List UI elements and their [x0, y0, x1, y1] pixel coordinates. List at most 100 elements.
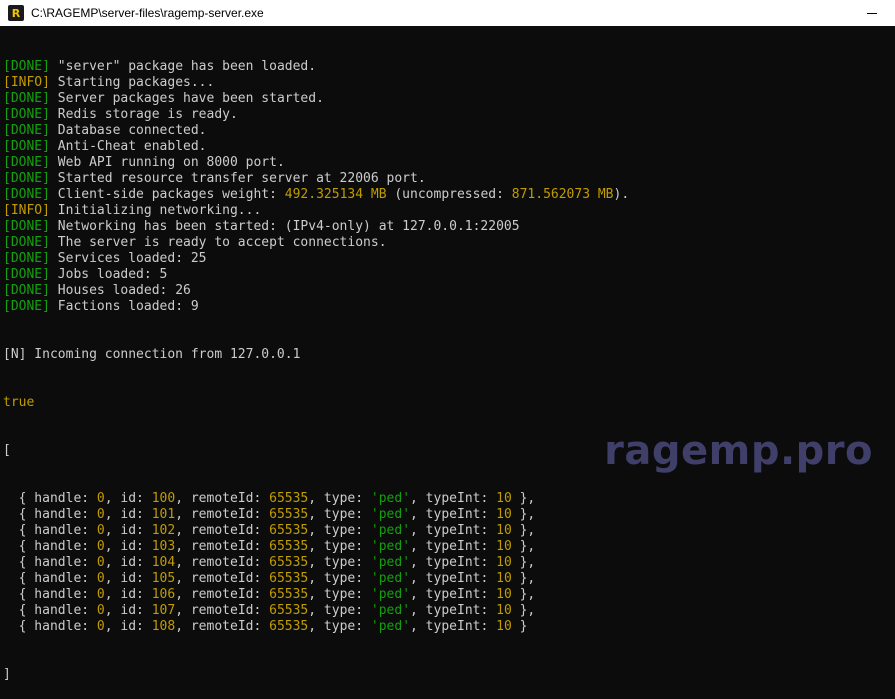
log-line: [DONE] Networking has been started: (IPv… [3, 219, 895, 235]
log-tag: [DONE] [3, 123, 50, 138]
entity-line: { handle: 0, id: 104, remoteId: 65535, t… [3, 555, 895, 571]
log-line: [DONE] Houses loaded: 26 [3, 283, 895, 299]
entity-typeint-value: 10 [496, 619, 512, 634]
entity-key: , typeInt: [410, 587, 497, 602]
log-line: [DONE] Redis storage is ready. [3, 107, 895, 123]
entity-type-value: 'ped' [370, 539, 411, 554]
entity-key: , id: [104, 555, 152, 570]
log-line: [DONE] Anti-Cheat enabled. [3, 139, 895, 155]
log-line: [DONE] Factions loaded: 9 [3, 299, 895, 315]
bool-output-line: true [3, 395, 35, 410]
entity-list: { handle: 0, id: 100, remoteId: 65535, t… [3, 491, 895, 635]
log-message: ). [613, 187, 630, 202]
log-tag: [DONE] [3, 251, 50, 266]
app-icon-letter: R [11, 6, 21, 20]
log-tag: [DONE] [3, 139, 50, 154]
console-output[interactable]: [DONE] "server" package has been loaded.… [3, 27, 895, 682]
entity-key: { handle: [3, 507, 97, 522]
entity-typeint-value: 10 [496, 571, 512, 586]
entity-type-value: 'ped' [370, 555, 411, 570]
entity-key: , type: [308, 571, 371, 586]
entity-remoteid-value: 65535 [269, 619, 309, 634]
log-tag: [DONE] [3, 91, 50, 106]
entity-key: , type: [308, 587, 371, 602]
minimize-icon [867, 12, 877, 14]
entity-key: , id: [104, 507, 152, 522]
ragemp-app-icon: R [8, 5, 24, 21]
log-highlight-value: 492.325134 MB [284, 187, 387, 202]
entity-key: , remoteId: [175, 507, 270, 522]
log-message: (uncompressed: [386, 187, 512, 202]
log-message: Networking has been started: (IPv4-only)… [49, 219, 520, 234]
entity-close: }, [511, 523, 536, 538]
entity-key: , remoteId: [175, 491, 270, 506]
entity-key: , id: [104, 571, 152, 586]
entity-key: { handle: [3, 539, 97, 554]
log-message: "server" package has been loaded. [49, 59, 317, 74]
entity-key: , type: [308, 523, 371, 538]
entity-key: { handle: [3, 587, 97, 602]
entity-key: { handle: [3, 555, 97, 570]
entity-handle-value: 0 [96, 523, 105, 538]
entity-key: , id: [104, 603, 152, 618]
entity-line: { handle: 0, id: 106, remoteId: 65535, t… [3, 587, 895, 603]
log-message: Started resource transfer server at 2200… [49, 171, 426, 186]
log-message: Server packages have been started. [49, 91, 324, 106]
log-line: [DONE] Database connected. [3, 123, 895, 139]
log-message: Web API running on 8000 port. [49, 155, 285, 170]
log-message: The server is ready to accept connection… [49, 235, 387, 250]
entity-type-value: 'ped' [370, 507, 411, 522]
minimize-button[interactable] [849, 0, 895, 26]
log-tag: [DONE] [3, 219, 50, 234]
entity-handle-value: 0 [96, 555, 105, 570]
entity-key: , remoteId: [175, 555, 270, 570]
entity-line: { handle: 0, id: 101, remoteId: 65535, t… [3, 507, 895, 523]
entity-key: { handle: [3, 603, 97, 618]
entity-id-value: 102 [151, 523, 176, 538]
entity-key: { handle: [3, 491, 97, 506]
entity-close: }, [511, 587, 536, 602]
entity-key: , typeInt: [410, 523, 497, 538]
log-message: Client-side packages weight: [49, 187, 285, 202]
entity-id-value: 104 [151, 555, 176, 570]
entity-key: , type: [308, 491, 371, 506]
entity-key: , id: [104, 523, 152, 538]
log-tag: [DONE] [3, 171, 50, 186]
entity-key: , typeInt: [410, 555, 497, 570]
entity-remoteid-value: 65535 [269, 507, 309, 522]
entity-key: , remoteId: [175, 523, 270, 538]
log-line: [DONE] Started resource transfer server … [3, 171, 895, 187]
log-tag: [DONE] [3, 283, 50, 298]
entity-close: }, [511, 555, 536, 570]
entity-id-value: 103 [151, 539, 176, 554]
entity-remoteid-value: 65535 [269, 523, 309, 538]
entity-typeint-value: 10 [496, 603, 512, 618]
log-line: [DONE] "server" package has been loaded. [3, 59, 895, 75]
log-tag: [DONE] [3, 187, 50, 202]
log-highlight-value: 871.562073 MB [511, 187, 614, 202]
entity-key: , typeInt: [410, 539, 497, 554]
entity-key: , type: [308, 507, 371, 522]
entity-id-value: 100 [151, 491, 176, 506]
entity-key: { handle: [3, 523, 97, 538]
entity-line: { handle: 0, id: 102, remoteId: 65535, t… [3, 523, 895, 539]
log-tag: [DONE] [3, 235, 50, 250]
window-title: C:\RAGEMP\server-files\ragemp-server.exe [31, 6, 264, 20]
entity-key: , remoteId: [175, 571, 270, 586]
entity-id-value: 106 [151, 587, 176, 602]
log-line: [DONE] Jobs loaded: 5 [3, 267, 895, 283]
log-line: [DONE] The server is ready to accept con… [3, 235, 895, 251]
entity-remoteid-value: 65535 [269, 571, 309, 586]
log-message: Jobs loaded: 5 [49, 267, 168, 282]
entity-id-value: 108 [151, 619, 176, 634]
entity-id-value: 101 [151, 507, 176, 522]
array-close-line: ] [3, 667, 11, 682]
entity-typeint-value: 10 [496, 539, 512, 554]
window-titlebar[interactable]: R C:\RAGEMP\server-files\ragemp-server.e… [0, 0, 895, 26]
entity-remoteid-value: 65535 [269, 491, 309, 506]
entity-type-value: 'ped' [370, 603, 411, 618]
entity-handle-value: 0 [96, 619, 105, 634]
entity-type-value: 'ped' [370, 491, 411, 506]
log-message: Starting packages... [49, 75, 215, 90]
log-tag: [DONE] [3, 155, 50, 170]
